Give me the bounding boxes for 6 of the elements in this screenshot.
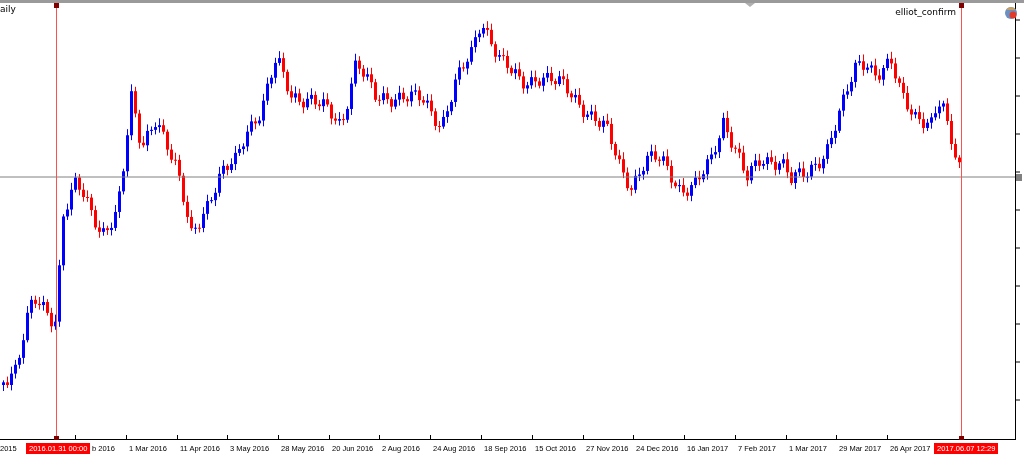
indicator-label: elliot_confirm — [895, 7, 956, 17]
marker-line[interactable] — [959, 2, 964, 440]
advisor-icon[interactable] — [1005, 7, 1017, 19]
price-marker — [1016, 174, 1022, 181]
chart-title: aily — [0, 4, 16, 14]
marker-line[interactable] — [54, 2, 59, 440]
